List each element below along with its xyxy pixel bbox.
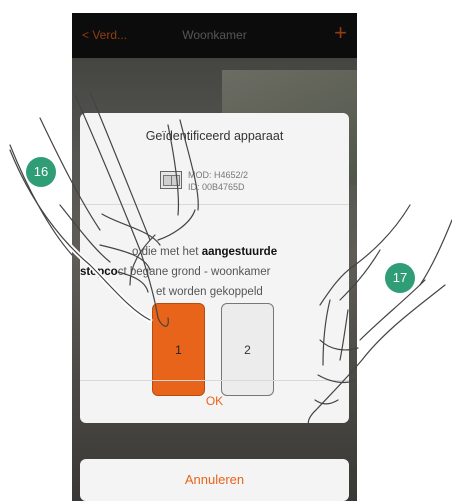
ok-button[interactable]: OK (80, 394, 349, 408)
device-model: MOD: H4652/2 (188, 170, 249, 180)
message-bold-1: aangestuurde (201, 246, 278, 258)
message-text-1: o die met het (132, 246, 202, 258)
identified-device-dialog: Geïdentificeerd apparaat MOD: H4652/2 ID… (80, 113, 349, 423)
device-info: MOD: H4652/2 ID: 00B4765D (188, 169, 248, 193)
step-marker-16: 16 (26, 157, 56, 187)
message-bold-2: stopco (80, 266, 118, 278)
dialog-divider (80, 204, 349, 205)
dialog-title: Geïdentificeerd apparaat (145, 129, 284, 143)
step-marker-17: 17 (385, 263, 415, 293)
double-switch-device-icon (160, 171, 182, 189)
message-text-2: ct begane grond - woonkamer (117, 266, 271, 278)
phone-screen: < Verd... Woonkamer + Geïdentificeerd ap… (72, 13, 357, 501)
channel-1-button[interactable]: 1 (152, 303, 205, 396)
channel-2-button[interactable]: 2 (221, 303, 274, 396)
cancel-label: Annuleren (184, 472, 245, 487)
device-id: ID: 00B4765D (188, 182, 245, 192)
message-text-3: et worden gekoppeld (156, 286, 263, 298)
ok-divider (80, 380, 349, 381)
cancel-button[interactable]: Annuleren (80, 459, 349, 501)
instruction-message: o die met het aangestuurde stopcoct bega… (80, 242, 346, 302)
